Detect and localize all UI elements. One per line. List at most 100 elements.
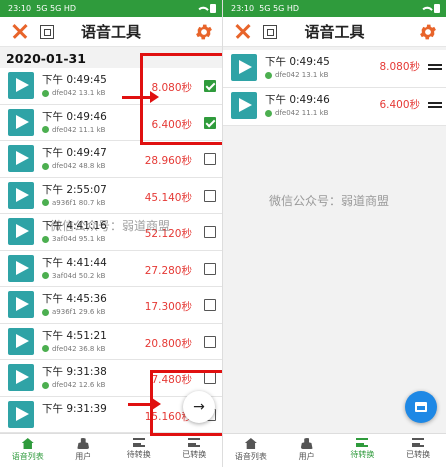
status-icons: 5G 5G HD (36, 4, 76, 13)
play-icon[interactable] (8, 145, 34, 172)
recording-meta-text: a936f1 29.6 kB (52, 308, 106, 316)
user-icon (300, 438, 313, 449)
recording-duration: 28.960秒 (144, 155, 192, 167)
status-bar: 23:10 5G 5G HD (0, 0, 222, 17)
status-dot-icon (42, 235, 49, 243)
recording-meta-text: a936f1 80.7 kB (52, 198, 106, 207)
status-dot-icon (42, 381, 49, 389)
recording-meta: dfe042 11.1 kB (42, 126, 105, 134)
status-dot-icon (42, 162, 49, 170)
select-checkbox[interactable] (204, 226, 216, 238)
recording-duration: 27.280秒 (144, 264, 192, 277)
status-dot-icon (42, 345, 49, 352)
play-icon[interactable] (231, 54, 257, 81)
play-icon[interactable] (8, 218, 34, 245)
play-icon[interactable] (8, 291, 34, 318)
list-item[interactable]: 下午 4:45:36 a936f1 29.6 kB 17.300秒 (0, 287, 222, 324)
recording-meta: a936f1 29.6 kB (42, 308, 105, 316)
select-checkbox[interactable] (204, 153, 216, 165)
nav-voice-list[interactable]: 语音列表 (0, 434, 56, 467)
gear-icon[interactable] (194, 22, 214, 42)
list-item[interactable]: 下午 4:51:21 dfe042 36.8 kB 20.800秒 (0, 323, 222, 360)
watermark-text: 微信公众号：弱道商盟 (269, 194, 390, 208)
drag-handle-icon[interactable] (428, 64, 442, 70)
play-icon[interactable] (8, 254, 34, 282)
recording-meta: dfe042 48.8 kB (42, 162, 105, 170)
convert-start-button[interactable] (405, 391, 437, 423)
recording-duration: 17.300秒 (144, 301, 192, 313)
wifi-icon (422, 3, 434, 14)
recording-duration: 20.800秒 (144, 337, 192, 350)
recording-time: 下午 9:31:38 (42, 366, 107, 378)
recording-meta-text: dfe042 12.6 kB (52, 381, 106, 389)
recording-duration: 8.080秒 (379, 61, 420, 73)
status-dot-icon (42, 272, 49, 279)
nav-pending[interactable]: 待转换 (111, 434, 167, 467)
select-checkbox[interactable] (204, 299, 216, 311)
convert-arrow-button[interactable]: → (183, 391, 215, 423)
bottom-nav: 语音列表 用户 待转换 已转换 (0, 433, 222, 467)
bottom-nav: 语音列表 用户 待转换 已转换 (223, 433, 446, 467)
select-checkbox[interactable] (204, 189, 216, 202)
page-title: 语音工具 (304, 23, 365, 41)
play-icon[interactable] (8, 108, 34, 136)
play-icon[interactable] (8, 181, 34, 209)
nav-converted[interactable]: 已转换 (390, 434, 446, 467)
recording-meta: 3af04d 95.1 kB (42, 235, 105, 243)
play-icon[interactable] (8, 400, 34, 428)
home-icon (244, 438, 257, 449)
nav-user[interactable]: 用户 (279, 434, 335, 467)
list-item[interactable]: 下午 2:55:07 a936f1 80.7 kB 45.140秒 (0, 177, 222, 214)
play-icon[interactable] (231, 92, 257, 119)
screenshot-composite: 23:10 5G 5G HD 语音工具 2020-01-31 下午 0:49:4… (0, 0, 446, 467)
recording-meta-text: 3af04d 95.1 kB (52, 235, 106, 243)
play-icon[interactable] (8, 72, 34, 99)
page-title: 语音工具 (80, 23, 141, 41)
list-item[interactable]: 下午 0:49:47 dfe042 48.8 kB 28.960秒 (0, 141, 222, 178)
play-icon[interactable] (8, 327, 34, 355)
status-dot-icon (42, 308, 49, 316)
status-dot-icon (42, 126, 49, 133)
pending-list-icon (132, 438, 145, 447)
converted-list-icon (188, 438, 201, 447)
recording-meta-text: dfe042 11.1 kB (52, 125, 106, 134)
select-checkbox[interactable] (204, 335, 216, 348)
date-header: 2020-01-31 (6, 51, 86, 66)
top-bar: 语音工具 (0, 17, 222, 47)
gear-icon[interactable] (418, 22, 438, 42)
recording-time: 下午 4:41:44 (42, 256, 107, 269)
recording-time: 下午 4:45:36 (42, 293, 107, 305)
list-item[interactable]: 下午 0:49:45 dfe042 13.1 kB 8.080秒 (223, 50, 446, 88)
nav-pending[interactable]: 待转换 (335, 434, 391, 467)
recording-time: 下午 0:49:45 (265, 56, 330, 68)
drag-handle-icon[interactable] (428, 102, 442, 108)
recording-meta: dfe042 13.1 kB (265, 71, 328, 79)
play-icon[interactable] (8, 364, 34, 391)
status-bar: 23:10 5G 5G HD (223, 0, 446, 17)
red-arrow-1 (122, 91, 159, 103)
recording-meta-text: dfe042 48.8 kB (52, 162, 106, 170)
wifi-icon (198, 3, 210, 14)
home-icon (21, 438, 34, 449)
nav-converted[interactable]: 已转换 (167, 434, 223, 467)
pending-list: 下午 0:49:45 dfe042 13.1 kB 8.080秒下午 0:49:46… (223, 50, 446, 126)
recording-meta: dfe042 12.6 kB (42, 381, 105, 389)
battery-icon (434, 4, 440, 13)
right-phone-screen: 23:10 5G 5G HD 语音工具 下午 0:49:45 dfe042 13.… (223, 0, 446, 467)
left-phone-screen: 23:10 5G 5G HD 语音工具 2020-01-31 下午 0:49:4… (0, 0, 223, 467)
watermark-text: 微信公众号：弱道商盟 (50, 219, 171, 233)
select-checkbox[interactable] (204, 262, 216, 275)
red-arrow-2 (128, 398, 161, 410)
status-dot-icon (42, 89, 49, 97)
list-item[interactable]: 下午 0:49:46 dfe042 11.1 kB 6.400秒 (223, 88, 446, 126)
recording-meta-text: 3af04d 50.2 kB (52, 271, 106, 280)
box-icon (415, 402, 427, 412)
recording-time: 下午 4:51:21 (42, 329, 107, 342)
recording-meta: dfe042 36.8 kB (42, 345, 105, 353)
list-item[interactable]: 下午 4:41:44 3af04d 50.2 kB 27.280秒 (0, 250, 222, 287)
recording-meta-text: dfe042 11.1 kB (275, 109, 329, 117)
recording-duration: 45.140秒 (144, 191, 192, 204)
nav-voice-list[interactable]: 语音列表 (223, 434, 279, 467)
top-bar: 语音工具 (223, 17, 446, 47)
nav-user[interactable]: 用户 (56, 434, 112, 467)
